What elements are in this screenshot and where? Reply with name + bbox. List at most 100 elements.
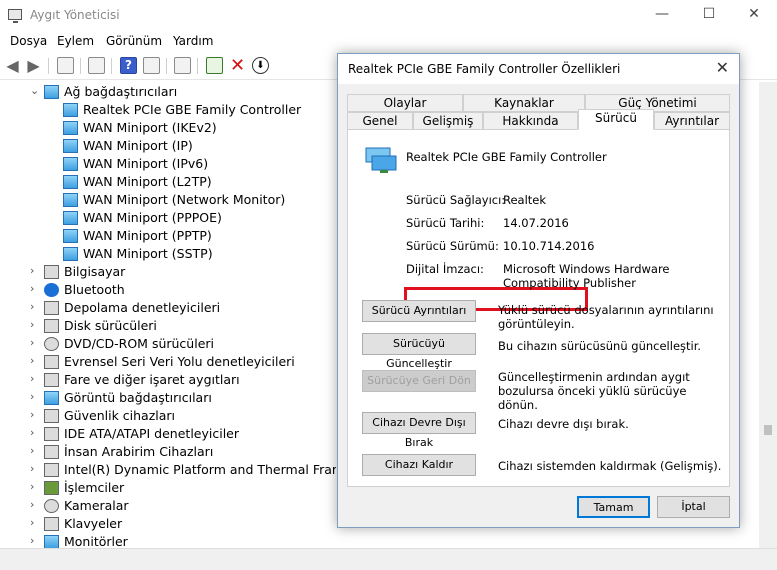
tree-category[interactable]: › Disk sürücüleri bbox=[0, 317, 336, 335]
view-icon[interactable] bbox=[143, 57, 160, 74]
driver-details-button[interactable]: Sürücü Ayrıntıları bbox=[362, 300, 476, 322]
network-adapter-icon bbox=[63, 103, 78, 117]
tree-category[interactable]: › Kameralar bbox=[0, 497, 336, 515]
tab-resources[interactable]: Kaynaklar bbox=[463, 94, 585, 112]
chevron-right-icon[interactable]: › bbox=[30, 462, 34, 475]
tree-category[interactable]: › Depolama denetleyicileri bbox=[0, 299, 336, 317]
menu-view[interactable]: Görünüm bbox=[106, 34, 162, 48]
tab-driver[interactable]: Sürücü bbox=[578, 109, 654, 130]
help-icon[interactable]: ? bbox=[120, 57, 137, 74]
tree-category[interactable]: › DVD/CD-ROM sürücüleri bbox=[0, 335, 336, 353]
processor-icon bbox=[44, 481, 59, 495]
signer-value: Microsoft Windows Hardware Compatibility… bbox=[503, 262, 670, 290]
chevron-right-icon[interactable]: › bbox=[30, 444, 34, 457]
dvd-drive-icon bbox=[44, 337, 59, 351]
system-device-icon bbox=[44, 463, 59, 477]
maximize-button[interactable]: ☐ bbox=[686, 0, 732, 31]
chevron-right-icon[interactable]: › bbox=[30, 264, 34, 277]
window-title: Aygıt Yöneticisi bbox=[30, 8, 120, 22]
version-value: 10.10.714.2016 bbox=[503, 239, 595, 253]
vertical-scrollbar[interactable] bbox=[759, 82, 777, 548]
tree-device-row[interactable]: WAN Miniport (IKEv2) bbox=[0, 119, 336, 137]
chevron-right-icon[interactable]: › bbox=[30, 426, 34, 439]
tree-category[interactable]: › Bilgisayar bbox=[0, 263, 336, 281]
tree-device-row[interactable]: WAN Miniport (L2TP) bbox=[0, 173, 336, 191]
horizontal-scrollbar[interactable] bbox=[0, 548, 777, 570]
update-driver-button[interactable]: Sürücüyü Güncelleştir bbox=[362, 333, 476, 370]
tree-device-row[interactable]: WAN Miniport (Network Monitor) bbox=[0, 191, 336, 209]
menu-help[interactable]: Yardım bbox=[173, 34, 213, 48]
rollback-driver-desc: Güncelleştirmenin ardından aygıt bozulur… bbox=[498, 370, 690, 412]
tree-device-row[interactable]: WAN Miniport (IPv6) bbox=[0, 155, 336, 173]
tab-general[interactable]: Genel bbox=[347, 112, 413, 130]
tree-category[interactable]: › IDE ATA/ATAPI denetleyiciler bbox=[0, 425, 336, 443]
mouse-icon bbox=[44, 373, 59, 387]
chevron-right-icon[interactable]: › bbox=[30, 516, 34, 529]
tree-device-row[interactable]: WAN Miniport (PPTP) bbox=[0, 227, 336, 245]
chevron-right-icon[interactable]: › bbox=[30, 390, 34, 403]
properties-dialog: Realtek PCIe GBE Family Controller Özell… bbox=[337, 53, 740, 528]
tree-category[interactable]: › Fare ve diğer işaret aygıtları bbox=[0, 371, 336, 389]
tree-category[interactable]: › Bluetooth bbox=[0, 281, 336, 299]
tree-category[interactable]: › İşlemciler bbox=[0, 479, 336, 497]
computer-icon bbox=[44, 265, 59, 279]
network-adapter-icon bbox=[63, 157, 78, 171]
chevron-right-icon[interactable]: › bbox=[30, 282, 34, 295]
network-adapter-icon bbox=[63, 121, 78, 135]
provider-value: Realtek bbox=[503, 193, 547, 207]
chevron-right-icon[interactable]: › bbox=[30, 354, 34, 367]
tree-category[interactable]: › Monitörler bbox=[0, 533, 336, 548]
menu-file[interactable]: Dosya bbox=[10, 34, 47, 48]
menu-bar: Dosya Eylem Görünüm Yardım bbox=[0, 31, 777, 52]
tree-device-row[interactable]: WAN Miniport (IP) bbox=[0, 137, 336, 155]
tab-advanced[interactable]: Gelişmiş bbox=[413, 112, 483, 130]
tree-category[interactable]: › Intel(R) Dynamic Platform and Thermal F… bbox=[0, 461, 336, 479]
menu-action[interactable]: Eylem bbox=[57, 34, 94, 48]
chevron-down-icon[interactable]: ⌄ bbox=[30, 84, 39, 97]
network-adapter-icon bbox=[63, 193, 78, 207]
chevron-right-icon[interactable]: › bbox=[30, 534, 34, 547]
chevron-right-icon[interactable]: › bbox=[30, 498, 34, 511]
uninstall-device-button[interactable]: Cihazı Kaldır bbox=[362, 454, 476, 476]
hid-icon bbox=[44, 445, 59, 459]
tab-details[interactable]: Ayrıntılar bbox=[654, 112, 730, 130]
chevron-right-icon[interactable]: › bbox=[30, 480, 34, 493]
minimize-button[interactable]: — bbox=[639, 0, 685, 31]
uninstall-x-icon[interactable]: ✕ bbox=[229, 57, 246, 75]
tree-category-network[interactable]: ⌄ Ağ bağdaştırıcıları bbox=[0, 83, 336, 101]
tree-category[interactable]: › Güvenlik cihazları bbox=[0, 407, 336, 425]
display-adapter-icon bbox=[44, 391, 59, 405]
tab-about[interactable]: Hakkında bbox=[483, 112, 578, 130]
provider-label: Sürücü Sağlayıcı: bbox=[406, 193, 506, 207]
dialog-close-button[interactable]: ✕ bbox=[716, 58, 729, 77]
close-button[interactable]: ✕ bbox=[731, 0, 777, 31]
tree-category[interactable]: › Klavyeler bbox=[0, 515, 336, 533]
driver-panel: Realtek PCIe GBE Family Controller Sürüc… bbox=[347, 129, 730, 487]
properties-grid-icon[interactable] bbox=[57, 57, 74, 74]
document-icon[interactable] bbox=[88, 57, 105, 74]
cancel-button[interactable]: İptal bbox=[657, 496, 730, 518]
tree-device-row[interactable]: WAN Miniport (SSTP) bbox=[0, 245, 336, 263]
back-arrow-icon[interactable]: ◀ bbox=[4, 57, 21, 74]
tree-category[interactable]: › Görüntü bağdaştırıcıları bbox=[0, 389, 336, 407]
scan-download-icon[interactable]: ⬇ bbox=[252, 57, 269, 74]
chevron-right-icon[interactable]: › bbox=[30, 408, 34, 421]
date-label: Sürücü Tarihi: bbox=[406, 216, 485, 230]
chevron-right-icon[interactable]: › bbox=[30, 372, 34, 385]
chevron-right-icon[interactable]: › bbox=[30, 300, 34, 313]
forward-arrow-icon[interactable]: ▶ bbox=[25, 57, 42, 74]
monitor-icon[interactable] bbox=[174, 57, 191, 74]
scrollbar-thumb[interactable] bbox=[764, 425, 772, 435]
dialog-title: Realtek PCIe GBE Family Controller Özell… bbox=[348, 62, 621, 76]
rollback-driver-button[interactable]: Sürücüye Geri Dön bbox=[362, 370, 476, 392]
chevron-right-icon[interactable]: › bbox=[30, 336, 34, 349]
ok-button[interactable]: Tamam bbox=[577, 496, 650, 518]
disable-device-button[interactable]: Cihazı Devre Dışı Bırak bbox=[362, 412, 476, 449]
update-driver-icon[interactable] bbox=[206, 57, 223, 74]
chevron-right-icon[interactable]: › bbox=[30, 318, 34, 331]
tree-device-row[interactable]: WAN Miniport (PPPOE) bbox=[0, 209, 336, 227]
tree-category[interactable]: › Evrensel Seri Veri Yolu denetleyicileri bbox=[0, 353, 336, 371]
tab-events[interactable]: Olaylar bbox=[347, 94, 463, 112]
tree-category[interactable]: › İnsan Arabirim Cihazları bbox=[0, 443, 336, 461]
tree-device-row[interactable]: Realtek PCIe GBE Family Controller bbox=[0, 101, 336, 119]
